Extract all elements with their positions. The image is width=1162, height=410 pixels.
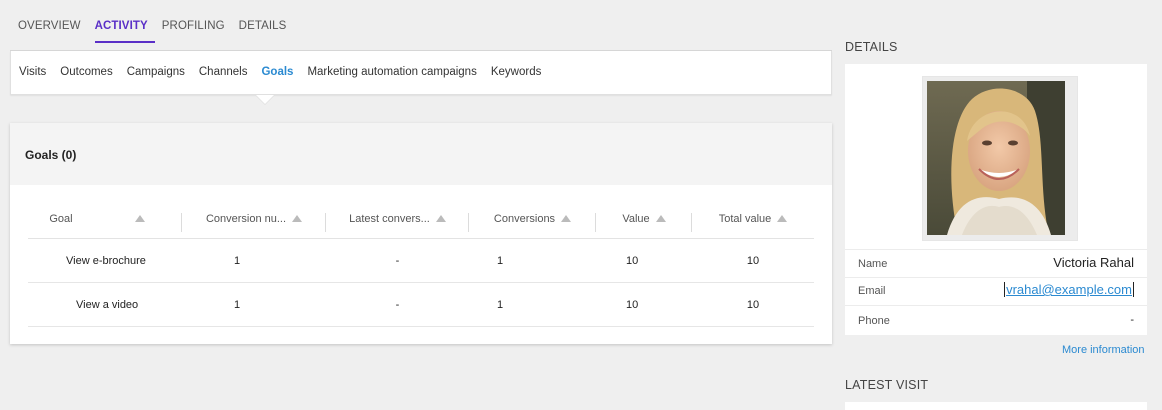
- value: 10: [596, 282, 692, 327]
- latest-conversion: -: [326, 282, 469, 327]
- table-row[interactable]: View e-brochure 1 - 1 10 10: [28, 238, 814, 283]
- sort-icon[interactable]: [777, 215, 788, 223]
- subtab-marketing-automation-campaigns[interactable]: Marketing automation campaigns: [307, 66, 476, 78]
- contact-details-card: Name Victoria Rahal Email vrahal@example…: [845, 64, 1147, 335]
- column-header-latest-conversion[interactable]: Latest convers...: [326, 199, 469, 239]
- contact-email-link[interactable]: vrahal@example.com: [1004, 282, 1134, 297]
- goal-name: View a video: [28, 282, 182, 327]
- conversions: 1: [469, 238, 596, 283]
- latest-conversion: -: [326, 238, 469, 283]
- subtab-goals[interactable]: Goals: [261, 66, 293, 78]
- contact-photo-frame: [922, 76, 1078, 241]
- column-header-total-value[interactable]: Total value: [692, 199, 814, 239]
- subtab-campaigns[interactable]: Campaigns: [127, 66, 185, 78]
- contact-photo: [927, 81, 1065, 235]
- sort-icon[interactable]: [655, 215, 666, 223]
- tab-details[interactable]: DETAILS: [239, 18, 294, 41]
- conversion-number: 1: [182, 238, 326, 283]
- total-value: 10: [692, 282, 814, 327]
- activity-subtabs-bar: Visits Outcomes Campaigns Channels Goals…: [10, 51, 832, 95]
- sort-icon[interactable]: [435, 215, 446, 223]
- tab-overview[interactable]: OVERVIEW: [18, 18, 88, 41]
- phone-row: Phone -: [845, 305, 1147, 336]
- tab-activity[interactable]: ACTIVITY: [94, 18, 155, 43]
- name-row: Name Victoria Rahal: [845, 249, 1147, 277]
- subtab-outcomes[interactable]: Outcomes: [60, 66, 112, 78]
- value: 10: [596, 238, 692, 283]
- contact-name: Victoria Rahal: [1053, 255, 1134, 270]
- contact-phone: -: [1130, 314, 1134, 326]
- conversions: 1: [469, 282, 596, 327]
- active-subtab-pointer: [256, 95, 274, 104]
- goal-name: View e-brochure: [28, 238, 182, 283]
- subtab-keywords[interactable]: Keywords: [491, 66, 542, 78]
- subtab-channels[interactable]: Channels: [199, 66, 248, 78]
- goals-panel-header: Goals (0): [10, 123, 832, 185]
- latest-visit-heading: LATEST VISIT: [845, 378, 929, 392]
- goals-table: Goal Conversion nu... Latest convers... …: [28, 199, 814, 327]
- sort-icon[interactable]: [561, 215, 572, 223]
- total-value: 10: [692, 238, 814, 283]
- details-heading: DETAILS: [845, 40, 898, 54]
- column-header-conversion-number[interactable]: Conversion nu...: [182, 199, 326, 239]
- name-label: Name: [858, 258, 888, 270]
- conversion-number: 1: [182, 282, 326, 327]
- top-tabs: OVERVIEW ACTIVITY PROFILING DETAILS: [18, 18, 300, 43]
- table-row[interactable]: View a video 1 - 1 10 10: [28, 282, 814, 327]
- subtab-visits[interactable]: Visits: [19, 66, 46, 78]
- column-header-goal[interactable]: Goal: [28, 199, 182, 239]
- email-row: Email vrahal@example.com: [845, 277, 1147, 305]
- phone-label: Phone: [858, 315, 890, 327]
- more-information-link[interactable]: More information: [1062, 344, 1145, 356]
- tab-profiling[interactable]: PROFILING: [162, 18, 232, 41]
- sort-icon[interactable]: [134, 215, 145, 223]
- goals-panel: Goals (0) Goal Conversion nu... Latest c…: [10, 123, 832, 344]
- column-header-value[interactable]: Value: [596, 199, 692, 239]
- column-header-conversions[interactable]: Conversions: [469, 199, 596, 239]
- email-label: Email: [858, 285, 886, 297]
- sort-icon[interactable]: [292, 215, 303, 223]
- goals-panel-title: Goals (0): [25, 148, 77, 162]
- latest-visit-card: [845, 402, 1147, 410]
